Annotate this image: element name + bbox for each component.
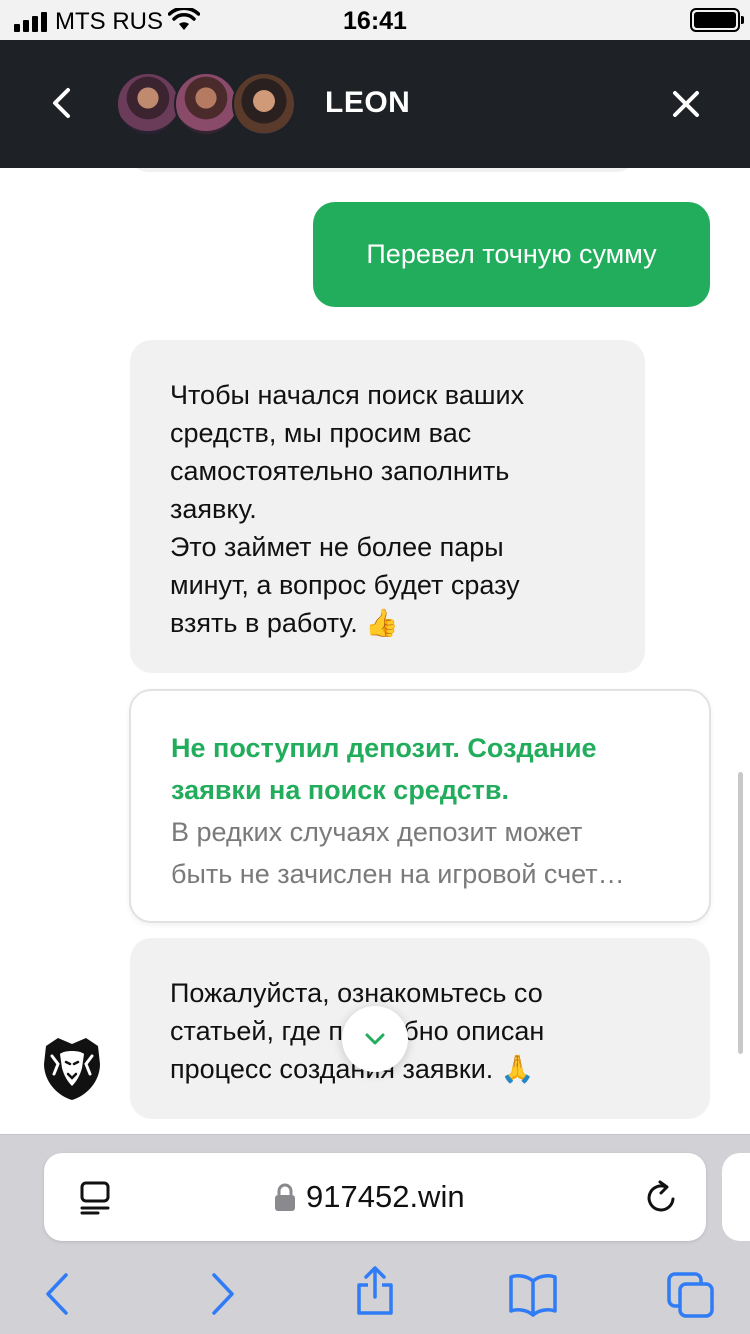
status-time: 16:41: [343, 7, 407, 35]
battery-icon: [690, 8, 744, 32]
article-excerpt-line: быть не зачислен на игровой счет…: [171, 859, 625, 889]
share-icon[interactable]: [350, 1265, 400, 1317]
message-line: взять в работу. 👍: [170, 608, 399, 638]
help-article-card[interactable]: Не поступил депозит. Создание заявки на …: [129, 689, 711, 923]
next-tab-pill[interactable]: [722, 1153, 750, 1241]
back-button[interactable]: [42, 82, 84, 124]
lock-icon: [275, 1183, 295, 1211]
article-title-line: заявки на поиск средств.: [171, 775, 509, 805]
message-line: минут, а вопрос будет сразу: [170, 570, 520, 600]
bot-message-bubble: Чтобы начался поиск ваших средств, мы пр…: [130, 340, 645, 673]
chat-header: LEON: [0, 40, 750, 168]
message-line: средств, мы просим вас: [170, 418, 472, 448]
user-message-bubble: Перевел точную сумму: [313, 202, 710, 307]
reload-icon[interactable]: [644, 1179, 678, 1215]
browser-toolbar: 917452.win: [0, 1134, 750, 1334]
message-line: Пожалуйста, ознакомьтесь со: [170, 978, 543, 1008]
tabs-icon[interactable]: [666, 1271, 716, 1319]
chevron-down-icon: [365, 1033, 385, 1045]
article-excerpt: В редких случаях депозит может быть не з…: [171, 811, 669, 895]
lion-logo-icon: [44, 1038, 100, 1100]
avatar: [174, 72, 238, 136]
message-line: самостоятельно заполнить: [170, 456, 510, 486]
chat-title: LEON: [325, 86, 411, 119]
avatar: [232, 72, 296, 136]
status-bar: MTS RUS 16:41: [0, 0, 750, 40]
article-excerpt-line: В редких случаях депозит может: [171, 817, 583, 847]
address-bar[interactable]: 917452.win: [44, 1153, 706, 1241]
url-text: 917452.win: [306, 1179, 465, 1214]
message-line: процесс создания заявки. 🙏: [170, 1054, 535, 1084]
scroll-down-button[interactable]: [342, 1006, 408, 1072]
reader-icon[interactable]: [80, 1181, 112, 1215]
article-title-line: Не поступил депозит. Создание: [171, 733, 597, 763]
previous-message-edge: [130, 168, 635, 172]
scrollbar[interactable]: [738, 772, 743, 1054]
message-line: Это займет не более пары: [170, 532, 504, 562]
close-button[interactable]: [666, 84, 706, 124]
bot-message-bubble: Пожалуйста, ознакомьтесь со статьей, где…: [130, 938, 710, 1119]
bookmarks-icon[interactable]: [508, 1271, 558, 1317]
message-line: заявку.: [170, 494, 257, 524]
chat-messages[interactable]: Перевел точную сумму Чтобы начался поиск…: [0, 168, 750, 1134]
user-message-text: Перевел точную сумму: [366, 239, 657, 269]
forward-arrow-icon[interactable]: [196, 1271, 246, 1317]
back-arrow-icon[interactable]: [34, 1271, 84, 1317]
message-line: Чтобы начался поиск ваших: [170, 380, 525, 410]
article-title[interactable]: Не поступил депозит. Создание заявки на …: [171, 727, 669, 811]
message-line: статьей, где подробно описан: [170, 1016, 545, 1046]
agent-avatars: [116, 72, 296, 138]
avatar: [116, 72, 180, 136]
